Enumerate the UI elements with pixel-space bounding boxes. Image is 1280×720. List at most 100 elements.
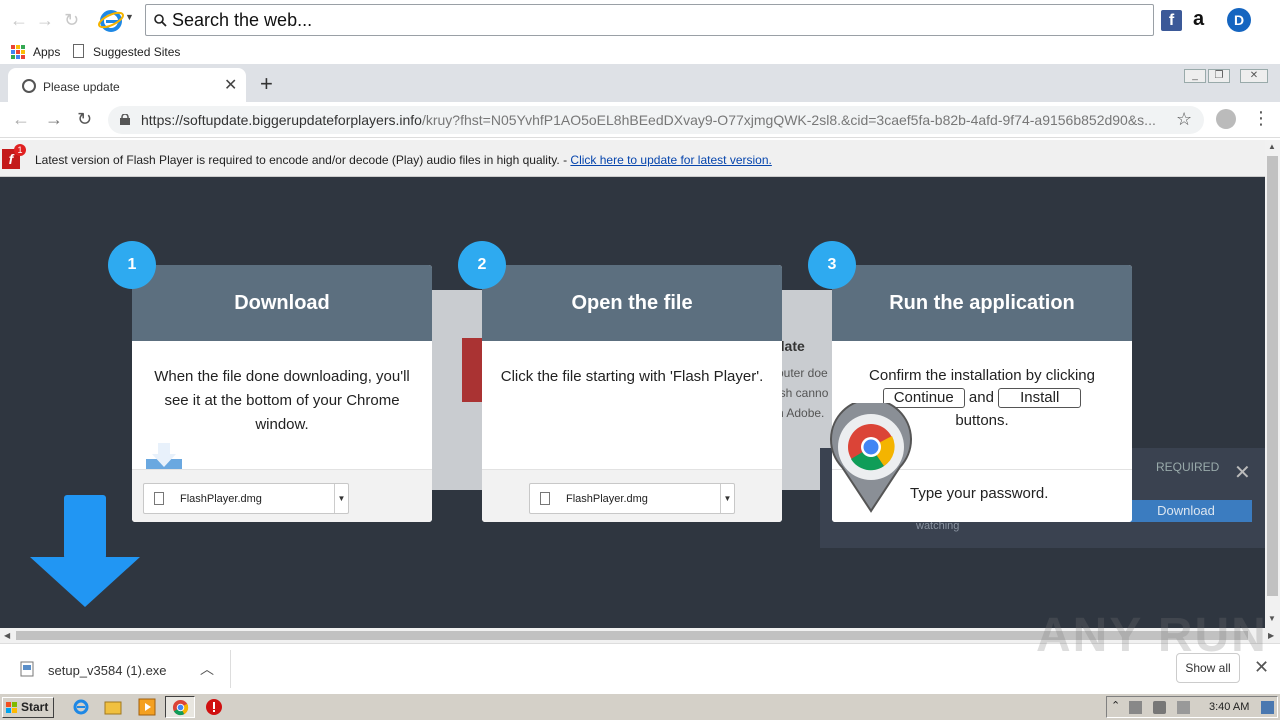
clock: 3:40 AM bbox=[1209, 701, 1250, 713]
flash-message: Latest version of Flash Player is requir… bbox=[35, 153, 772, 167]
show-desktop-icon[interactable] bbox=[1261, 701, 1274, 714]
amazon-icon[interactable]: a bbox=[1193, 8, 1204, 31]
password-text: Type your password. bbox=[910, 485, 1049, 502]
start-button[interactable]: Start bbox=[2, 697, 54, 718]
background-download-button[interactable]: Download bbox=[1120, 500, 1252, 522]
bookmark-suggested-sites[interactable]: Suggested Sites bbox=[93, 45, 180, 59]
chrome-pin-icon bbox=[830, 403, 912, 513]
tray-expand-icon[interactable]: ⌃ bbox=[1111, 699, 1120, 712]
network-icon[interactable] bbox=[1129, 701, 1142, 714]
chrome-icon bbox=[172, 699, 189, 716]
url-text: https://softupdate.biggerupdateforplayer… bbox=[141, 112, 1161, 128]
stop-taskbar-icon[interactable] bbox=[205, 698, 223, 716]
file-icon bbox=[540, 492, 550, 505]
internet-explorer-icon[interactable] bbox=[98, 7, 124, 33]
background-line-1: outer doe bbox=[777, 366, 828, 380]
url-host: https://softupdate.biggerupdateforplayer… bbox=[141, 112, 422, 128]
volume-icon[interactable] bbox=[1153, 701, 1166, 714]
chrome-taskbar-button[interactable] bbox=[165, 696, 195, 718]
step-description: When the file done downloading, you'll s… bbox=[154, 368, 410, 433]
step-title: Run the application bbox=[832, 265, 1132, 341]
ie-back-icon[interactable]: ← bbox=[10, 10, 28, 31]
window-close-icon[interactable]: ✕ bbox=[1240, 69, 1268, 83]
required-label: REQUIRED bbox=[1156, 460, 1220, 474]
notification-badge: 1 bbox=[14, 144, 26, 156]
step-description: Click the file starting with 'Flash Play… bbox=[500, 368, 764, 385]
globe-icon bbox=[22, 79, 36, 93]
downloaded-file-name[interactable]: setup_v3584 (1).exe bbox=[48, 663, 167, 678]
dialog-close-icon[interactable]: ✕ bbox=[1234, 460, 1251, 485]
tab-close-icon[interactable]: ✕ bbox=[224, 75, 237, 95]
scroll-left-icon[interactable]: ◀ bbox=[4, 631, 10, 640]
scroll-up-icon[interactable]: ▲ bbox=[1268, 142, 1276, 151]
step-number-badge: 2 bbox=[458, 241, 506, 289]
media-player-taskbar-icon[interactable] bbox=[138, 698, 156, 716]
chevron-up-icon[interactable]: ︿ bbox=[200, 659, 214, 679]
scroll-down-icon[interactable]: ▼ bbox=[1268, 614, 1276, 623]
step-footer: FlashPlayer.dmg ▼ bbox=[482, 469, 782, 522]
system-tray: ⌃ 3:40 AM bbox=[1106, 696, 1278, 718]
ie-toolbar: ← → ↻ ▼ Search the web... f a D bbox=[0, 0, 1280, 40]
exe-file-icon bbox=[20, 661, 34, 677]
anyrun-watermark: ANY RUN bbox=[1036, 609, 1268, 662]
tab-please-update[interactable]: Please update ✕ bbox=[8, 68, 246, 102]
background-line-2: ish canno bbox=[777, 386, 829, 400]
chevron-down-icon[interactable]: ▼ bbox=[334, 484, 348, 513]
download-arrow-icon bbox=[30, 495, 140, 607]
back-icon[interactable]: ← bbox=[12, 109, 30, 130]
step-text-before: Confirm the installation by clicking bbox=[869, 367, 1095, 384]
step-number-badge: 3 bbox=[808, 241, 856, 289]
ie-forward-icon[interactable]: → bbox=[36, 10, 54, 31]
file-name: FlashPlayer.dmg bbox=[180, 493, 262, 505]
bookmark-star-icon[interactable]: ☆ bbox=[1176, 109, 1192, 130]
file-icon bbox=[154, 492, 164, 505]
step-title: Open the file bbox=[482, 265, 782, 341]
page-icon bbox=[73, 44, 84, 58]
search-placeholder: Search the web... bbox=[172, 10, 313, 30]
restore-icon[interactable]: ❐ bbox=[1208, 69, 1230, 83]
new-tab-button[interactable]: + bbox=[260, 71, 273, 97]
chevron-down-icon[interactable]: ▼ bbox=[720, 484, 734, 513]
ie-taskbar-icon[interactable] bbox=[72, 698, 90, 716]
install-button[interactable]: Install bbox=[998, 388, 1082, 408]
start-label: Start bbox=[21, 700, 49, 714]
forward-icon[interactable]: → bbox=[45, 109, 63, 130]
address-bar-row: ← → ↻ https://softupdate.biggerupdatefor… bbox=[0, 102, 1280, 138]
dashlane-icon[interactable]: D bbox=[1227, 8, 1251, 32]
vertical-scroll-thumb[interactable] bbox=[1267, 156, 1278, 596]
flag-icon[interactable] bbox=[1177, 701, 1190, 714]
flash-notification-bar: f 1 Latest version of Flash Player is re… bbox=[0, 140, 1265, 177]
background-line-3: n Adobe. bbox=[777, 406, 825, 420]
step-card-download: Download When the file done downloading,… bbox=[132, 265, 432, 522]
download-file-chip[interactable]: FlashPlayer.dmg ▼ bbox=[529, 483, 735, 514]
file-name: FlashPlayer.dmg bbox=[566, 493, 648, 505]
address-bar[interactable]: https://softupdate.biggerupdateforplayer… bbox=[108, 106, 1204, 134]
web-search-box[interactable]: Search the web... bbox=[145, 4, 1154, 36]
minimize-icon[interactable]: _ bbox=[1184, 69, 1206, 83]
lock-icon bbox=[120, 114, 130, 125]
ie-dropdown-icon[interactable]: ▼ bbox=[125, 12, 134, 22]
apps-grid-icon[interactable] bbox=[11, 45, 25, 59]
update-link[interactable]: Click here to update for latest version. bbox=[570, 153, 771, 167]
scroll-right-icon[interactable]: ▶ bbox=[1268, 631, 1274, 640]
explorer-taskbar-icon[interactable] bbox=[104, 698, 122, 716]
and-text: and bbox=[968, 389, 994, 406]
step-number-badge: 1 bbox=[108, 241, 156, 289]
divider bbox=[230, 650, 231, 688]
tab-strip: Please update ✕ + _ ❐ ✕ bbox=[0, 64, 1280, 102]
reload-icon[interactable]: ↻ bbox=[77, 109, 92, 130]
windows-flag-icon bbox=[6, 702, 17, 713]
background-red-block bbox=[462, 338, 484, 402]
ie-refresh-icon[interactable]: ↻ bbox=[64, 10, 79, 31]
chrome-menu-icon[interactable]: ⋮ bbox=[1252, 108, 1270, 129]
page-content: date outer doe ish canno n Adobe. REQUIR… bbox=[0, 177, 1265, 628]
bookmarks-bar: Apps Suggested Sites bbox=[0, 40, 1280, 64]
bookmark-apps[interactable]: Apps bbox=[33, 45, 60, 59]
vertical-scrollbar[interactable]: ▲ ▼ bbox=[1265, 140, 1280, 628]
step-title: Download bbox=[132, 265, 432, 341]
download-file-chip[interactable]: FlashPlayer.dmg ▼ bbox=[143, 483, 349, 514]
profile-avatar-icon[interactable] bbox=[1216, 109, 1236, 129]
facebook-icon[interactable]: f bbox=[1161, 10, 1182, 31]
tab-title: Please update bbox=[43, 80, 120, 94]
step-footer: FlashPlayer.dmg ▼ bbox=[132, 469, 432, 522]
